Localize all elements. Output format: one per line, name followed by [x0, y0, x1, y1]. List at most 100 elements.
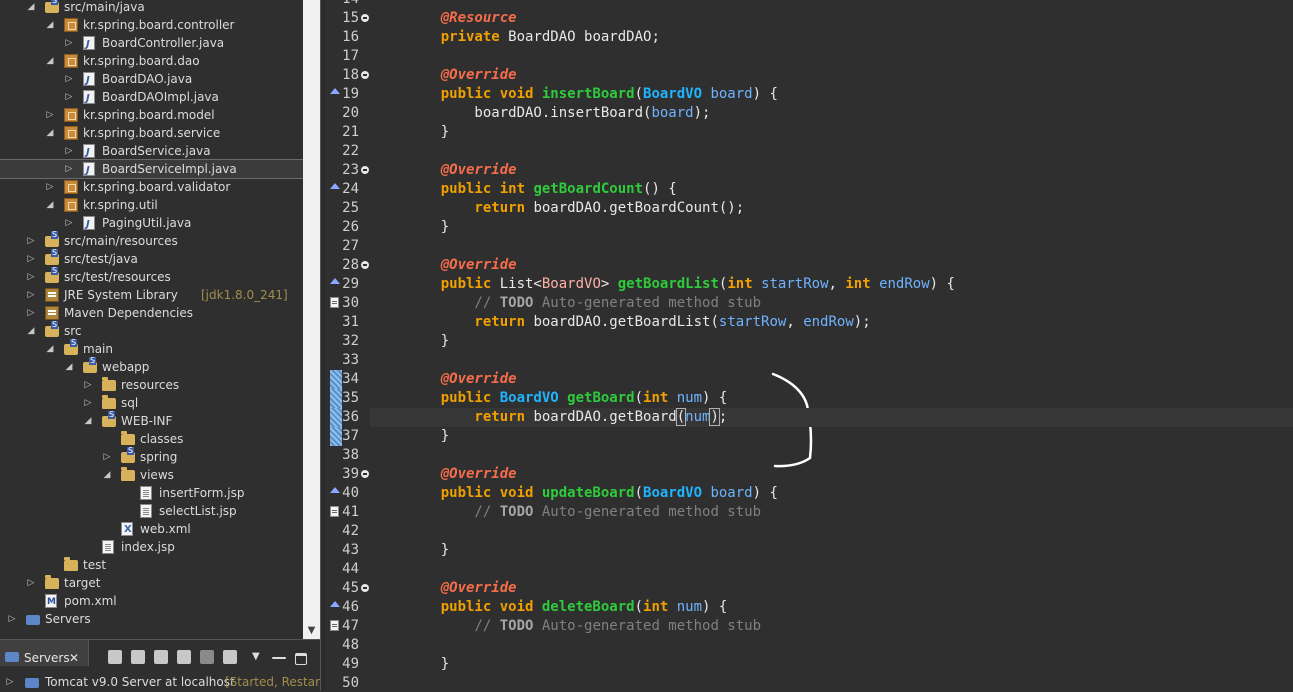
- code-text[interactable]: }: [407, 427, 449, 446]
- code-line[interactable]: 38: [325, 446, 1293, 465]
- code-line[interactable]: 49 }: [325, 655, 1293, 674]
- code-line[interactable]: 46 public void deleteBoard(int num) {: [325, 598, 1293, 617]
- tree-item[interactable]: ▷ target: [0, 574, 303, 592]
- expand-arrow-icon[interactable]: ▷: [63, 70, 75, 88]
- tree-item[interactable]: ◢ kr.spring.board.service: [0, 124, 303, 142]
- code-line[interactable]: 37 }: [325, 427, 1293, 446]
- code-line[interactable]: 27: [325, 237, 1293, 256]
- code-text[interactable]: @Override: [407, 161, 517, 180]
- code-line[interactable]: 33: [325, 351, 1293, 370]
- code-text[interactable]: }: [407, 655, 449, 674]
- tree-item[interactable]: ▷ BoardServiceImpl.java: [0, 159, 304, 180]
- code-line[interactable]: 34 @Override: [325, 370, 1293, 389]
- tree-item[interactable]: ▷ BoardController.java: [0, 34, 303, 54]
- code-line[interactable]: 32 }: [325, 332, 1293, 351]
- code-text[interactable]: // TODO Auto-generated method stub: [407, 503, 761, 522]
- tree-item[interactable]: ▷ spring: [0, 447, 303, 466]
- code-text[interactable]: return boardDAO.getBoardList(startRow, e…: [407, 313, 870, 332]
- tree-item[interactable]: ▷ kr.spring.board.model: [0, 106, 303, 124]
- tree-item[interactable]: ◢ views: [0, 466, 303, 484]
- collapse-arrow-icon[interactable]: ◢: [25, 322, 37, 340]
- code-text[interactable]: }: [407, 332, 449, 351]
- code-line[interactable]: 42: [325, 522, 1293, 541]
- tree-item[interactable]: ▷ JRE System Library [jdk1.8.0_241]: [0, 286, 303, 304]
- code-line[interactable]: 14: [325, 0, 1293, 9]
- tree-item[interactable]: ▷ src/main/resources: [0, 231, 303, 250]
- maximize-icon[interactable]: [295, 653, 307, 665]
- tree-item[interactable]: index.jsp: [0, 538, 303, 556]
- tree-item[interactable]: ▷ BoardDAO.java: [0, 70, 303, 90]
- tree-item[interactable]: ▷ BoardService.java: [0, 142, 303, 162]
- collapse-arrow-icon[interactable]: ◢: [63, 358, 75, 376]
- tree-item[interactable]: ▷ Servers: [0, 610, 303, 628]
- collapse-arrow-icon[interactable]: ◢: [25, 0, 37, 16]
- code-text[interactable]: return boardDAO.getBoardCount();: [407, 199, 744, 218]
- close-icon[interactable]: ✕: [69, 640, 79, 676]
- code-line[interactable]: 30 // TODO Auto-generated method stub: [325, 294, 1293, 313]
- code-line[interactable]: 21 }: [325, 123, 1293, 142]
- expand-arrow-icon[interactable]: ▷: [25, 232, 37, 250]
- code-line[interactable]: 15 @Resource: [325, 9, 1293, 28]
- code-line[interactable]: 48: [325, 636, 1293, 655]
- fold-collapse-icon[interactable]: [361, 166, 369, 174]
- collapse-arrow-icon[interactable]: ◢: [44, 124, 56, 142]
- tree-item[interactable]: ▷ src/test/resources: [0, 267, 303, 286]
- profile-server-icon[interactable]: [177, 650, 191, 664]
- expand-arrow-icon[interactable]: ▷: [82, 394, 94, 412]
- expand-arrow-icon[interactable]: ▷: [25, 250, 37, 268]
- code-line[interactable]: 50: [325, 674, 1293, 691]
- tree-item[interactable]: pom.xml: [0, 592, 303, 611]
- stop-server-icon[interactable]: [200, 650, 214, 664]
- collapse-arrow-icon[interactable]: ◢: [44, 16, 56, 34]
- code-line[interactable]: 44: [325, 560, 1293, 579]
- tree-item[interactable]: insertForm.jsp: [0, 484, 303, 502]
- minimize-icon[interactable]: [272, 657, 286, 659]
- code-text[interactable]: @Override: [407, 256, 517, 275]
- start-server-icon[interactable]: [154, 650, 168, 664]
- server-row-tomcat[interactable]: ▷ Tomcat v9.0 Server at localhost [Start…: [0, 673, 330, 691]
- tree-item[interactable]: web.xml: [0, 520, 303, 539]
- expand-arrow-icon[interactable]: ▷: [4, 673, 16, 691]
- code-line[interactable]: 24 public int getBoardCount() {: [325, 180, 1293, 199]
- tree-item[interactable]: test: [0, 556, 303, 574]
- code-text[interactable]: public void updateBoard(BoardVO board) {: [407, 484, 778, 503]
- scroll-down-arrow-icon[interactable]: ▼: [303, 622, 320, 639]
- expand-arrow-icon[interactable]: ▷: [63, 142, 75, 160]
- expand-arrow-icon[interactable]: ▷: [25, 286, 37, 304]
- fold-collapse-icon[interactable]: [361, 470, 369, 478]
- expand-arrow-icon[interactable]: ▷: [44, 178, 56, 196]
- expand-arrow-icon[interactable]: ▷: [25, 268, 37, 286]
- fold-collapse-icon[interactable]: [361, 261, 369, 269]
- view-menu-icon[interactable]: ▼: [252, 650, 262, 664]
- expand-arrow-icon[interactable]: ▷: [25, 304, 37, 322]
- fold-collapse-icon[interactable]: [361, 14, 369, 22]
- tree-item[interactable]: ◢ kr.spring.board.controller: [0, 16, 303, 34]
- code-line[interactable]: 16 private BoardDAO boardDAO;: [325, 28, 1293, 47]
- code-line[interactable]: 23 @Override: [325, 161, 1293, 180]
- collapse-arrow-icon[interactable]: ◢: [101, 466, 113, 484]
- code-line[interactable]: 35 public BoardVO getBoard(int num) {: [325, 389, 1293, 408]
- code-text[interactable]: @Override: [407, 579, 517, 598]
- code-line[interactable]: 29 public List<BoardVO> getBoardList(int…: [325, 275, 1293, 294]
- tree-item[interactable]: classes: [0, 430, 303, 448]
- code-line[interactable]: 39 @Override: [325, 465, 1293, 484]
- publish-icon[interactable]: [223, 650, 237, 664]
- tree-item[interactable]: ▷ resources: [0, 376, 303, 394]
- code-line[interactable]: 36 return boardDAO.getBoard(num);: [325, 408, 1293, 427]
- tree-item[interactable]: selectList.jsp: [0, 502, 303, 520]
- code-line[interactable]: 31 return boardDAO.getBoardList(startRow…: [325, 313, 1293, 332]
- code-line[interactable]: 45 @Override: [325, 579, 1293, 598]
- fold-collapse-icon[interactable]: [361, 71, 369, 79]
- code-text[interactable]: }: [407, 218, 449, 237]
- code-text[interactable]: @Override: [407, 66, 517, 85]
- code-text[interactable]: // TODO Auto-generated method stub: [407, 294, 761, 313]
- code-line[interactable]: 20 boardDAO.insertBoard(board);: [325, 104, 1293, 123]
- new-server-icon[interactable]: [108, 650, 122, 664]
- code-line[interactable]: 47 // TODO Auto-generated method stub: [325, 617, 1293, 636]
- code-text[interactable]: }: [407, 541, 449, 560]
- expand-arrow-icon[interactable]: ▷: [63, 214, 75, 232]
- code-text[interactable]: public BoardVO getBoard(int num) {: [407, 389, 728, 408]
- code-line[interactable]: 28 @Override: [325, 256, 1293, 275]
- code-text[interactable]: return boardDAO.getBoard(num);: [407, 408, 727, 427]
- code-line[interactable]: 25 return boardDAO.getBoardCount();: [325, 199, 1293, 218]
